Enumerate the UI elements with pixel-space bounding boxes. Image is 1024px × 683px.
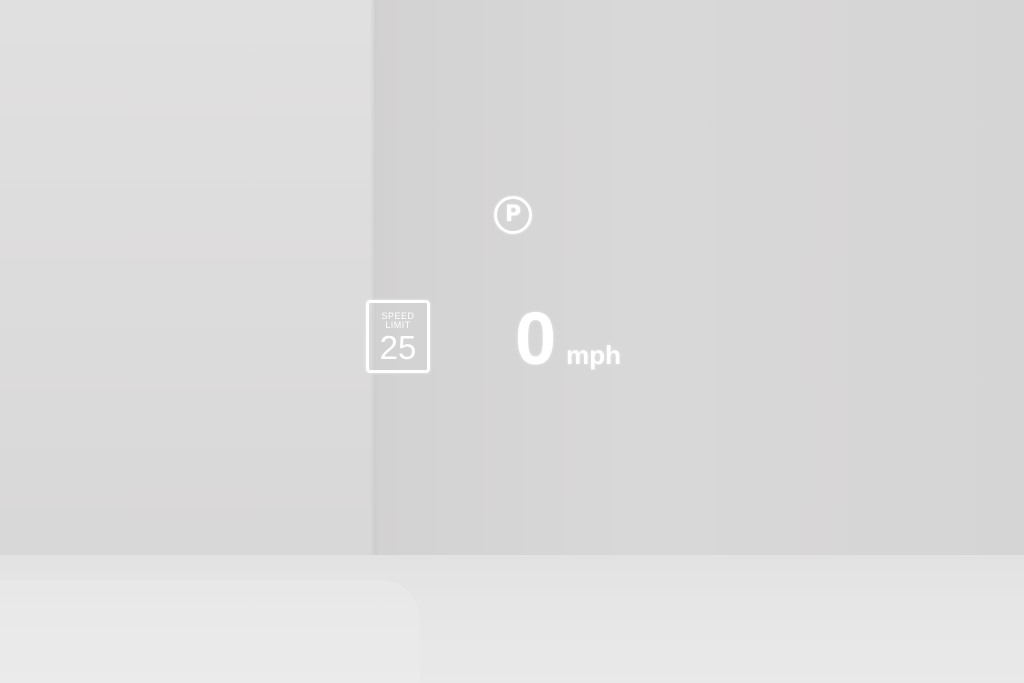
speed-readout: 0 mph [515,302,621,382]
speed-value: 0 [515,297,557,380]
right-wall [378,0,1024,560]
speed-limit-sign: SPEED LIMIT 25 [366,300,430,373]
wall-corner [370,0,380,580]
left-wall [0,0,375,590]
speed-limit-value: 25 [379,329,417,366]
floor-step [0,580,420,683]
background-scene [0,0,1024,683]
speed-unit: mph [566,340,622,370]
park-icon: P [494,196,532,234]
gear-letter: P [504,202,522,227]
